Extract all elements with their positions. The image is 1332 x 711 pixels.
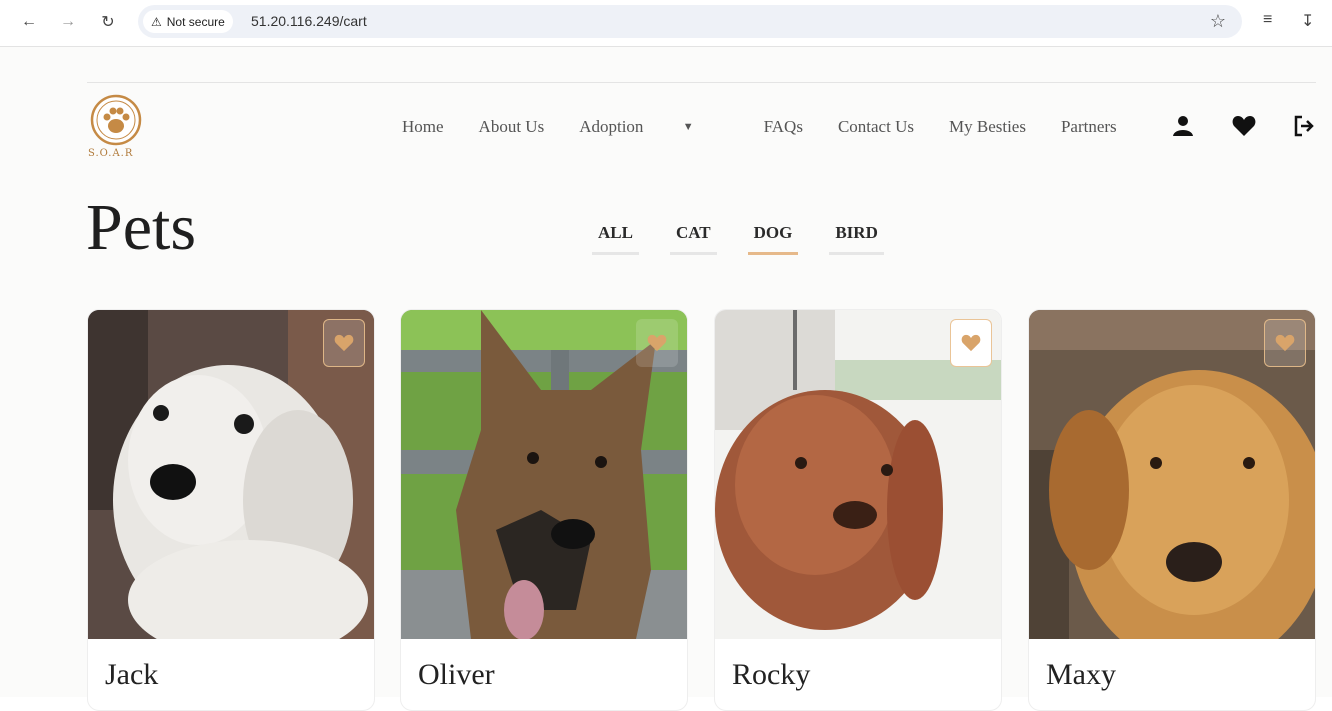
favorite-button[interactable]	[323, 319, 365, 367]
pet-name: Maxy	[1046, 658, 1116, 691]
heart-icon	[647, 334, 667, 352]
browser-toolbar: ← → ↻ ⚠ Not secure 51.20.116.249/cart ☆ …	[0, 0, 1332, 47]
nav-faqs[interactable]: FAQs	[764, 117, 803, 137]
back-icon[interactable]: ←	[18, 11, 40, 33]
bookmark-star-icon[interactable]: ☆	[1210, 11, 1226, 32]
download-icon[interactable]: ↧	[1301, 11, 1314, 31]
logout-icon[interactable]	[1292, 114, 1332, 138]
favorite-button[interactable]	[950, 319, 992, 367]
security-label: Not secure	[166, 14, 225, 29]
caret-down-icon: ▼	[682, 121, 694, 133]
site-logo[interactable]: S.O.A.R	[88, 93, 148, 161]
tab-all[interactable]: ALL	[592, 223, 639, 255]
main-navigation: Home About Us Adoption ▼ FAQs Contact Us…	[402, 117, 1152, 137]
url-text[interactable]: 51.20.116.249/cart	[251, 13, 367, 29]
reading-mode-icon[interactable]: ≡	[1263, 11, 1272, 29]
pet-card[interactable]: Oliver	[400, 309, 688, 711]
favorite-button[interactable]	[636, 319, 678, 367]
pet-name: Jack	[105, 658, 159, 691]
favorite-button[interactable]	[1264, 319, 1306, 367]
paw-logo-icon	[90, 94, 142, 146]
security-chip[interactable]: ⚠ Not secure	[143, 10, 233, 33]
tab-cat[interactable]: CAT	[669, 223, 717, 255]
reload-icon[interactable]: ↻	[97, 11, 119, 33]
user-icon[interactable]	[1172, 114, 1232, 138]
heart-icon[interactable]	[1232, 114, 1292, 138]
pet-card[interactable]: Maxy	[1028, 309, 1316, 711]
address-bar[interactable]: ⚠ Not secure 51.20.116.249/cart ☆	[138, 5, 1242, 38]
pet-name: Oliver	[418, 658, 495, 691]
nav-partners[interactable]: Partners	[1061, 117, 1117, 137]
filter-tabs: ALL CAT DOG BIRD	[592, 223, 915, 255]
heart-icon	[334, 334, 354, 352]
nav-contact-us[interactable]: Contact Us	[838, 117, 914, 137]
nav-adoption[interactable]: Adoption ▼	[579, 117, 728, 137]
page-title: Pets	[86, 191, 197, 264]
divider	[87, 82, 1316, 83]
page-content: S.O.A.R Home About Us Adoption ▼ FAQs Co…	[0, 47, 1332, 711]
heart-icon	[1275, 334, 1295, 352]
nav-adoption-label: Adoption	[579, 117, 644, 136]
header-actions	[1172, 114, 1332, 138]
logo-text: S.O.A.R	[88, 148, 134, 159]
heart-icon	[961, 334, 981, 352]
pet-card[interactable]: Jack	[87, 309, 375, 711]
nav-my-besties[interactable]: My Besties	[949, 117, 1026, 137]
tab-dog[interactable]: DOG	[747, 223, 799, 255]
warning-icon: ⚠	[151, 14, 162, 29]
forward-icon[interactable]: →	[57, 11, 79, 33]
nav-home[interactable]: Home	[402, 117, 444, 137]
tab-bird[interactable]: BIRD	[829, 223, 884, 255]
pet-card[interactable]: Rocky	[714, 309, 1002, 711]
nav-about-us[interactable]: About Us	[479, 117, 545, 137]
pet-name: Rocky	[732, 658, 811, 691]
